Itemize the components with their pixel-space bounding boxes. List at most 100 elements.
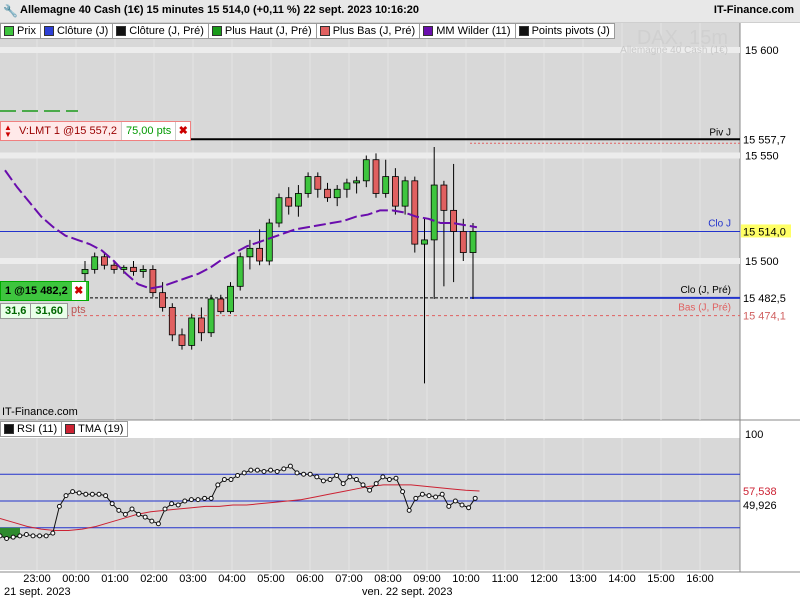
color-swatch	[65, 424, 76, 434]
legend-item[interactable]: Plus Haut (J, Pré)	[207, 23, 317, 39]
legend-item[interactable]: Points pivots (J)	[514, 23, 615, 39]
legend-item[interactable]: Clôture (J, Pré)	[112, 23, 209, 39]
rsi-axis-top: 100	[745, 429, 763, 441]
candle-body	[265, 222, 273, 262]
color-swatch	[116, 26, 127, 36]
rsi-point	[380, 474, 386, 480]
rsi-point	[254, 467, 260, 473]
candle-body	[207, 298, 215, 334]
rsi-legend: RSI (11) TMA (19)	[0, 421, 129, 437]
rsi-point	[89, 491, 95, 497]
candle-body	[391, 176, 399, 207]
time-tick-label: 02:00	[140, 573, 168, 585]
legend-item[interactable]: Plus Bas (J, Pré)	[315, 23, 421, 39]
rsi-point	[334, 473, 340, 479]
legend-label: Clôture (J, Pré)	[129, 25, 204, 37]
time-tick-label: 07:00	[335, 573, 363, 585]
position-tag[interactable]: 1 @15 482,2 ✖ 31,6 31,60 pts	[0, 281, 89, 319]
legend-item[interactable]: MM Wilder (11)	[419, 23, 516, 39]
site-name[interactable]: IT-Finance.com	[714, 4, 794, 16]
candle-body	[353, 180, 361, 184]
time-tick-label: 09:00	[413, 573, 441, 585]
rsi-legend-label: RSI (11)	[17, 423, 58, 435]
rsi-point	[347, 474, 353, 480]
close-position-button[interactable]: ✖	[71, 282, 86, 300]
candle-body	[411, 180, 419, 245]
chart-canvas[interactable]: 15 600 15 550 15 500 Piv J Clo J Clo (J, Pré)…	[0, 0, 800, 600]
rsi-point	[202, 495, 208, 501]
time-tick-label: 11:00	[491, 573, 519, 585]
time-tick-label: 23:00	[23, 573, 51, 585]
level-label: Clo (J, Pré)	[680, 285, 731, 296]
rsi-point	[287, 463, 293, 469]
rsi-point	[23, 532, 29, 537]
rsi-point	[149, 518, 155, 524]
rsi-point	[96, 491, 102, 497]
rsi-point	[43, 533, 49, 539]
rsi-point	[400, 489, 406, 495]
drag-arrows-icon[interactable]: ▲ ▼	[1, 124, 15, 139]
pending-order-tag[interactable]: ▲ ▼ V:LMT 1 @15 557,2 75,00 pts ✖	[0, 121, 192, 141]
rsi-point	[301, 471, 307, 477]
candle-body	[159, 292, 167, 308]
color-swatch	[211, 26, 222, 36]
time-tick-label: 14:00	[608, 573, 636, 585]
rsi-point	[221, 477, 227, 483]
position-unit: pts	[70, 304, 86, 316]
legend-label: Clôture (J)	[56, 25, 109, 37]
rsi-point	[0, 533, 3, 539]
price-tick-label: 15 600	[745, 45, 779, 57]
rsi-value-tag: 49,926	[743, 500, 777, 512]
cancel-order-button[interactable]: ✖	[175, 122, 191, 140]
color-swatch	[319, 26, 330, 36]
time-tick-label: 16:00	[686, 573, 714, 585]
rsi-point	[274, 469, 280, 475]
rsi-point	[241, 470, 247, 476]
color-swatch	[4, 424, 14, 434]
rsi-point	[294, 470, 300, 476]
rsi-point	[83, 491, 89, 497]
legend-item[interactable]: Prix	[0, 23, 41, 39]
candle-body	[459, 231, 467, 253]
color-swatch	[518, 26, 529, 36]
legend-item[interactable]: Clôture (J)	[39, 23, 114, 39]
rsi-point	[129, 506, 135, 512]
rsi-legend-item[interactable]: RSI (11)	[0, 421, 63, 437]
time-tick-label: 13:00	[569, 573, 597, 585]
rsi-point	[413, 495, 419, 501]
price-tag: 15 474,1	[743, 311, 786, 323]
rsi-legend-item[interactable]: TMA (19)	[61, 421, 129, 437]
rsi-point	[386, 477, 392, 483]
rsi-point	[208, 495, 214, 501]
rsi-point	[327, 477, 333, 483]
time-tick-label: 06:00	[296, 573, 324, 585]
rsi-point	[393, 475, 399, 481]
candle-body	[197, 317, 205, 334]
candle-body	[81, 269, 89, 275]
level-label: Piv J	[709, 127, 731, 138]
price-tick-label: 15 500	[745, 256, 779, 268]
color-swatch	[4, 26, 14, 36]
candle-body	[469, 231, 477, 253]
time-tick-label: 10:00	[452, 573, 480, 585]
rsi-point	[50, 530, 56, 536]
time-tick-label: 05:00	[257, 573, 285, 585]
level-label: Bas (J, Pré)	[678, 303, 731, 314]
candle-body	[372, 159, 380, 194]
wrench-icon[interactable]: 🔧	[3, 4, 18, 18]
rsi-point	[373, 481, 379, 487]
rsi-point	[103, 493, 109, 499]
rsi-point	[314, 474, 320, 480]
candle-body	[91, 256, 99, 270]
candle-body	[314, 176, 322, 190]
color-swatch	[423, 26, 434, 36]
time-tick-label: 04:00	[218, 573, 246, 585]
rsi-point	[70, 489, 76, 495]
candle-body	[430, 184, 438, 241]
rsi-point	[406, 507, 412, 513]
rsi-point	[228, 477, 234, 483]
candle-body	[149, 269, 157, 294]
tma-value-tag: 57,538	[743, 486, 777, 498]
candle-body	[362, 159, 370, 182]
rsi-point	[215, 482, 221, 488]
